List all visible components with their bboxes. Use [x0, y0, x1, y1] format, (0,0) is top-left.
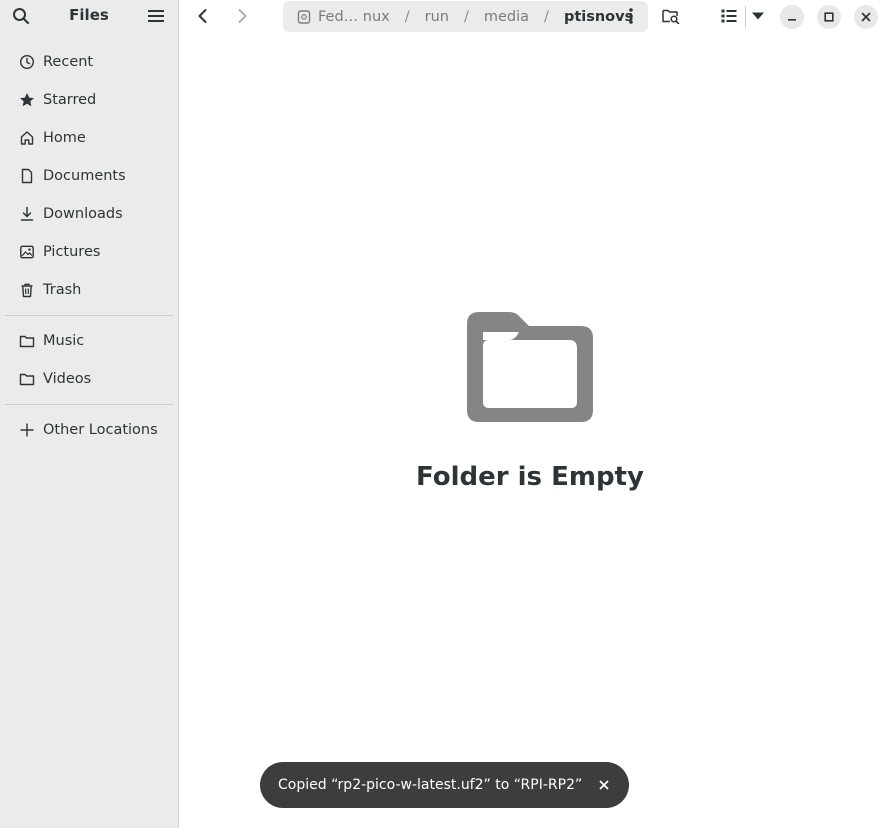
sidebar-item-documents[interactable]: Documents	[0, 157, 178, 195]
plus-icon	[18, 421, 36, 439]
search-icon	[13, 8, 30, 25]
folder-icon	[18, 370, 36, 388]
header-bar: Fed… nux / run / media / ptisnovs	[179, 0, 881, 33]
sidebar-item-label: Home	[43, 130, 86, 146]
sidebar-item-music[interactable]: Music	[0, 322, 178, 360]
breadcrumb-item-root[interactable]: Fed… nux	[297, 9, 390, 25]
sidebar-item-label: Downloads	[43, 206, 123, 222]
file-manager-window: Files Recent Starred Home Documents Down…	[0, 0, 881, 828]
list-view-icon	[721, 9, 737, 23]
home-icon	[18, 129, 36, 147]
close-icon	[861, 12, 871, 22]
close-icon	[599, 780, 609, 790]
folder-icon	[18, 332, 36, 350]
breadcrumb-separator: /	[544, 8, 549, 25]
maximize-button[interactable]	[817, 5, 841, 29]
maximize-icon	[824, 12, 834, 22]
sidebar-item-videos[interactable]: Videos	[0, 360, 178, 398]
sidebar-item-downloads[interactable]: Downloads	[0, 195, 178, 233]
breadcrumb-separator: /	[463, 8, 469, 25]
breadcrumb-label: Fed… nux	[318, 8, 390, 25]
breadcrumb-separator: /	[404, 8, 410, 25]
sidebar: Files Recent Starred Home Documents Down…	[0, 0, 179, 828]
close-window-button[interactable]	[854, 5, 878, 29]
sidebar-header: Files	[0, 0, 178, 33]
sidebar-item-label: Videos	[43, 371, 92, 387]
clock-icon	[18, 53, 36, 71]
sidebar-item-recent[interactable]: Recent	[0, 43, 178, 81]
other-locations-list: Other Locations	[0, 411, 178, 449]
back-button[interactable]	[190, 3, 216, 29]
search-folder-button[interactable]	[658, 3, 684, 29]
toast-close-button[interactable]	[593, 774, 615, 796]
main-menu-button[interactable]	[143, 3, 169, 29]
sidebar-item-label: Pictures	[43, 244, 101, 260]
sidebar-separator	[5, 404, 173, 405]
folder-search-icon	[662, 9, 680, 24]
bookmarks-list: Music Videos	[0, 322, 178, 398]
vertical-dots-icon	[629, 8, 633, 24]
folder-menu-button[interactable]	[618, 3, 644, 29]
search-button[interactable]	[8, 3, 34, 29]
sidebar-item-label: Trash	[43, 282, 82, 298]
app-title: Files	[69, 6, 109, 24]
breadcrumb-label: media	[483, 8, 530, 25]
chevron-left-icon	[198, 9, 207, 23]
empty-state: Folder is Empty	[179, 310, 881, 492]
sidebar-separator	[5, 315, 173, 316]
hamburger-menu-icon	[148, 10, 164, 22]
document-icon	[18, 167, 36, 185]
forward-button[interactable]	[229, 3, 255, 29]
breadcrumb-item-media[interactable]: media	[484, 9, 529, 25]
sidebar-item-home[interactable]: Home	[0, 119, 178, 157]
places-list: Recent Starred Home Documents Downloads …	[0, 43, 178, 309]
sidebar-item-pictures[interactable]: Pictures	[0, 233, 178, 271]
minimize-icon	[788, 19, 796, 21]
sidebar-item-label: Documents	[43, 168, 126, 184]
download-icon	[18, 205, 36, 223]
view-options-button[interactable]	[745, 3, 771, 29]
main-view: Fed… nux / run / media / ptisnovs Folder…	[179, 0, 881, 828]
toast-notification: Copied “rp2-pico-w-latest.uf2” to “RPI-R…	[260, 762, 629, 808]
sidebar-item-trash[interactable]: Trash	[0, 271, 178, 309]
sidebar-item-label: Other Locations	[43, 422, 158, 438]
breadcrumb-label: run	[424, 8, 449, 25]
minimize-button[interactable]	[780, 5, 804, 29]
sidebar-item-other-locations[interactable]: Other Locations	[0, 411, 178, 449]
breadcrumb-item-run[interactable]: run	[425, 9, 449, 25]
toast-message: Copied “rp2-pico-w-latest.uf2” to “RPI-R…	[278, 777, 583, 793]
sidebar-item-label: Recent	[43, 54, 94, 70]
trash-icon	[18, 281, 36, 299]
picture-icon	[18, 243, 36, 261]
drive-icon	[297, 9, 311, 24]
chevron-down-icon	[752, 12, 764, 20]
view-mode-button[interactable]	[716, 3, 742, 29]
breadcrumb: Fed… nux / run / media / ptisnovs	[283, 1, 648, 32]
sidebar-item-label: Music	[43, 333, 85, 349]
star-icon	[18, 91, 36, 109]
folder-icon	[467, 312, 593, 422]
chevron-right-icon	[238, 9, 247, 23]
empty-state-title: Folder is Empty	[416, 462, 644, 492]
sidebar-item-starred[interactable]: Starred	[0, 81, 178, 119]
sidebar-item-label: Starred	[43, 92, 97, 108]
